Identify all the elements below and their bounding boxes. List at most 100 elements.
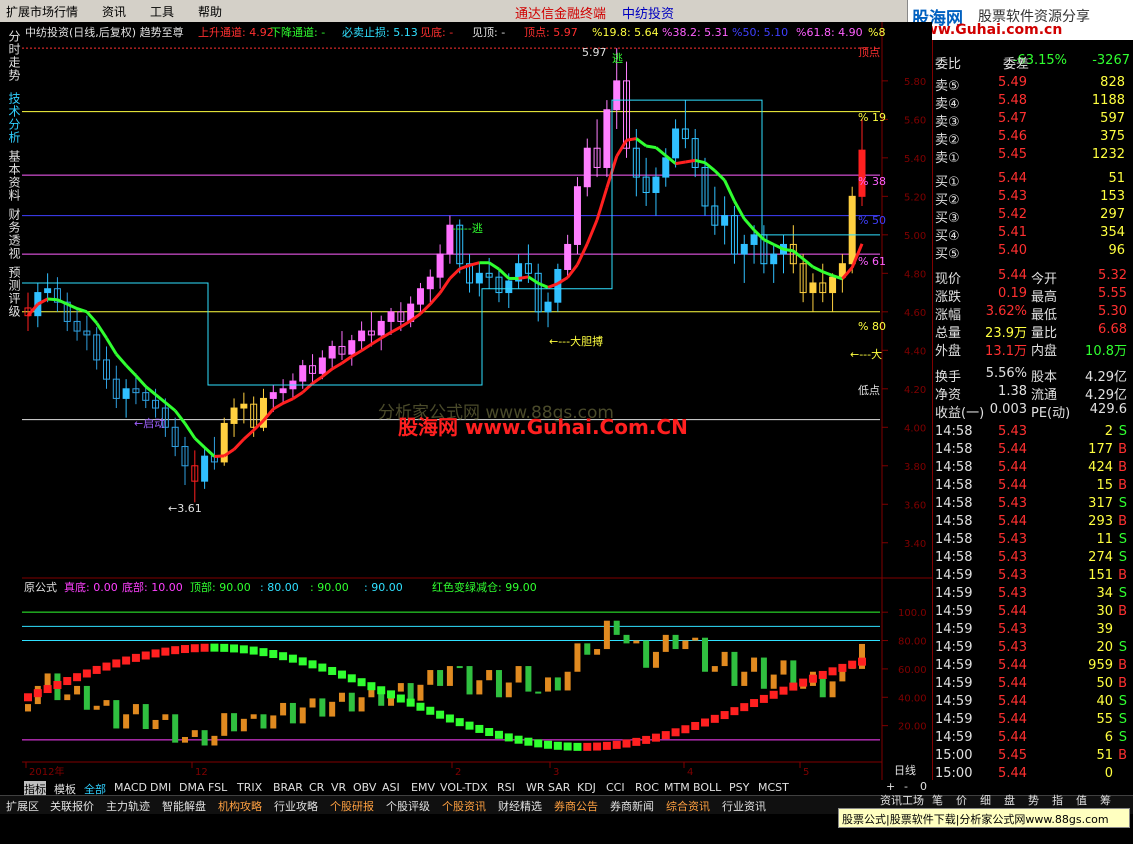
right-tab-0[interactable]: 资讯工场 [880, 792, 924, 808]
indicator-tab-rsi[interactable]: RSI [497, 781, 515, 794]
right-tab-8[interactable]: 筹 [1100, 792, 1111, 808]
indicator-tab-macd[interactable]: MACD [114, 781, 147, 794]
function-tab-2[interactable]: 主力轨迹 [106, 798, 150, 814]
time-tick-label: 5 [803, 767, 809, 778]
period-label[interactable]: 日线 [894, 763, 916, 777]
indicator-tab-roc[interactable]: ROC [635, 781, 659, 794]
indicator-tab-fsl[interactable]: FSL [208, 781, 227, 794]
tab-financials[interactable]: 财务透视 [2, 208, 21, 260]
function-tab-8[interactable]: 个股资讯 [442, 798, 486, 814]
label-escape-mid: -----逃 [452, 222, 483, 235]
osc-band [838, 663, 847, 672]
candle-body [750, 234, 758, 245]
indicator-tab-cr[interactable]: CR [309, 781, 324, 794]
function-tab-7[interactable]: 个股评级 [386, 798, 430, 814]
osc-bar [829, 681, 836, 698]
indicator-tab-brar[interactable]: BRAR [273, 781, 303, 794]
tick-side: S [1118, 730, 1127, 745]
indicator-tab-kdj[interactable]: KDJ [577, 781, 596, 794]
indicator-tab-mtm[interactable]: MTM [664, 781, 690, 794]
tick-price: 5.43 [998, 586, 1027, 601]
osc-band [190, 644, 199, 653]
app-title: 通达信金融终端 [515, 7, 607, 22]
stat-value: 6.68 [1098, 322, 1127, 337]
stat-value: 5.56% [985, 366, 1027, 381]
function-tab-11[interactable]: 券商新闻 [610, 798, 654, 814]
right-tab-6[interactable]: 指 [1052, 792, 1063, 808]
price-tick-label: 3.40 [904, 539, 926, 550]
footer-ad[interactable]: 股票公式|股票软件下载|分析家公式网www.88gs.com [838, 808, 1130, 828]
indicator-tab-trix[interactable]: TRIX [237, 781, 262, 794]
label-start: ←启动 [134, 417, 165, 430]
osc-bar [672, 634, 679, 650]
indicator-tab-boll[interactable]: BOLL [693, 781, 721, 794]
function-tab-4[interactable]: 机构攻略 [218, 798, 262, 814]
osc-bar [319, 698, 326, 717]
menu-item-help[interactable]: 帮助 [198, 3, 222, 20]
function-tab-13[interactable]: 行业资讯 [722, 798, 766, 814]
osc-band [279, 652, 288, 661]
function-tab-9[interactable]: 财经精选 [498, 798, 542, 814]
function-tab-1[interactable]: 关联报价 [50, 798, 94, 814]
right-tab-7[interactable]: 值 [1076, 792, 1087, 808]
right-tab-5[interactable]: 势 [1028, 792, 1039, 808]
osc-band [710, 714, 719, 723]
menu-item-news[interactable]: 资讯 [102, 3, 126, 20]
indicator-tab-sar[interactable]: SAR [548, 781, 570, 794]
menu-item-tools[interactable]: 工具 [150, 3, 174, 20]
function-tab-12[interactable]: 综合资讯 [666, 798, 710, 814]
indicator-tab-dmi[interactable]: DMI [150, 781, 171, 794]
header-value-9: %61.8: 4.90 [796, 26, 863, 39]
sell-label: 卖① [935, 151, 960, 166]
osc-bar [191, 730, 198, 737]
candle-body [809, 282, 817, 294]
tick-time: 14:58 [935, 514, 973, 529]
tab-forecast[interactable]: 预测评级 [2, 266, 21, 318]
indicator-tab-vr[interactable]: VR [331, 781, 346, 794]
indicator-tab-emv[interactable]: EMV [411, 781, 435, 794]
indicator-tab-mcst[interactable]: MCST [758, 781, 789, 794]
function-tab-0[interactable]: 扩展区 [6, 798, 39, 814]
osc-bar [731, 651, 738, 686]
time-tick-label: 2 [455, 767, 461, 778]
price-tick-label: 4.40 [904, 346, 926, 357]
osc-bar [574, 643, 581, 672]
function-tab-5[interactable]: 行业攻略 [274, 798, 318, 814]
tick-side: B [1118, 658, 1127, 673]
label-fib-38: % 38 [858, 175, 886, 188]
indicator-tab-psy[interactable]: PSY [729, 781, 749, 794]
indicator-tab-vol-tdx[interactable]: VOL-TDX [440, 781, 488, 794]
osc-band [701, 718, 710, 727]
indicator-tab-asi[interactable]: ASI [382, 781, 400, 794]
chart-title: 中纺投资(日线,后复权) 趋势至尊 [25, 25, 184, 39]
price-tick-label: 5.40 [904, 154, 926, 165]
indicator-tab-obv[interactable]: OBV [353, 781, 376, 794]
buy-volume: 297 [1100, 207, 1125, 222]
indicator-tab-cci[interactable]: CCI [606, 781, 625, 794]
buy-row: 买① 5.44 51 [933, 170, 1133, 190]
function-tab-3[interactable]: 智能解盘 [162, 798, 206, 814]
osc-band [858, 657, 866, 666]
right-tab-3[interactable]: 细 [980, 792, 991, 808]
indicator-tab-wr[interactable]: WR [526, 781, 545, 794]
buy-row: 买⑤ 5.40 96 [933, 242, 1133, 262]
indicator-value-3: : 80.00 [260, 581, 299, 594]
tick-volume: 2 [1104, 424, 1113, 439]
tick-time: 14:59 [935, 676, 973, 691]
menu-item-extended-market[interactable]: 扩展市场行情 [6, 3, 78, 20]
function-tab-10[interactable]: 券商公告 [554, 798, 598, 814]
tab-fundamentals[interactable]: 基本资料 [2, 150, 21, 202]
indicator-tab-dma[interactable]: DMA [179, 781, 205, 794]
function-tab-6[interactable]: 个股研报 [330, 798, 374, 814]
tab-intraday[interactable]: 分时走势 [2, 30, 21, 82]
right-tab-1[interactable]: 笔 [932, 792, 943, 808]
tick-volume: 40 [1096, 694, 1113, 709]
osc-band [396, 694, 405, 703]
right-tab-2[interactable]: 价 [956, 792, 967, 808]
right-tab-4[interactable]: 盘 [1004, 792, 1015, 808]
header-value-6: %19.8: 5.64 [592, 26, 659, 39]
tick-volume: 317 [1088, 496, 1113, 511]
tab-technical[interactable]: 技术分析 [2, 92, 21, 144]
osc-bar [417, 684, 424, 701]
indicator-value-2: 顶部: 90.00 [190, 580, 251, 594]
